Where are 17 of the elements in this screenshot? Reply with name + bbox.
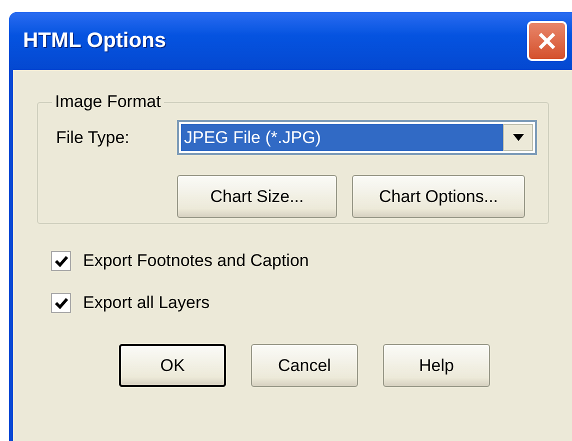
checkmark-icon <box>54 297 68 309</box>
window-title: HTML Options <box>23 29 166 53</box>
dialog-button[interactable]: Help <box>383 344 490 387</box>
field-label: File Type: <box>56 128 130 148</box>
chart-button[interactable]: Chart Size... <box>177 175 337 218</box>
close-icon[interactable] <box>536 30 558 52</box>
checkbox-label[interactable]: Export Footnotes and Caption <box>83 251 309 271</box>
dialog-button[interactable]: OK <box>119 344 226 387</box>
checkbox[interactable] <box>51 251 71 271</box>
group-title: Image Format <box>54 92 162 112</box>
file-type-dropdown[interactable]: JPEG File (*.JPG) <box>177 120 537 155</box>
dialog-button[interactable]: Cancel <box>251 344 358 387</box>
checkmark-icon <box>54 255 68 267</box>
checkbox[interactable] <box>51 293 71 313</box>
close-button[interactable] <box>527 21 567 61</box>
chart-button[interactable]: Chart Options... <box>352 175 525 218</box>
checkbox-label[interactable]: Export all Layers <box>83 293 210 313</box>
